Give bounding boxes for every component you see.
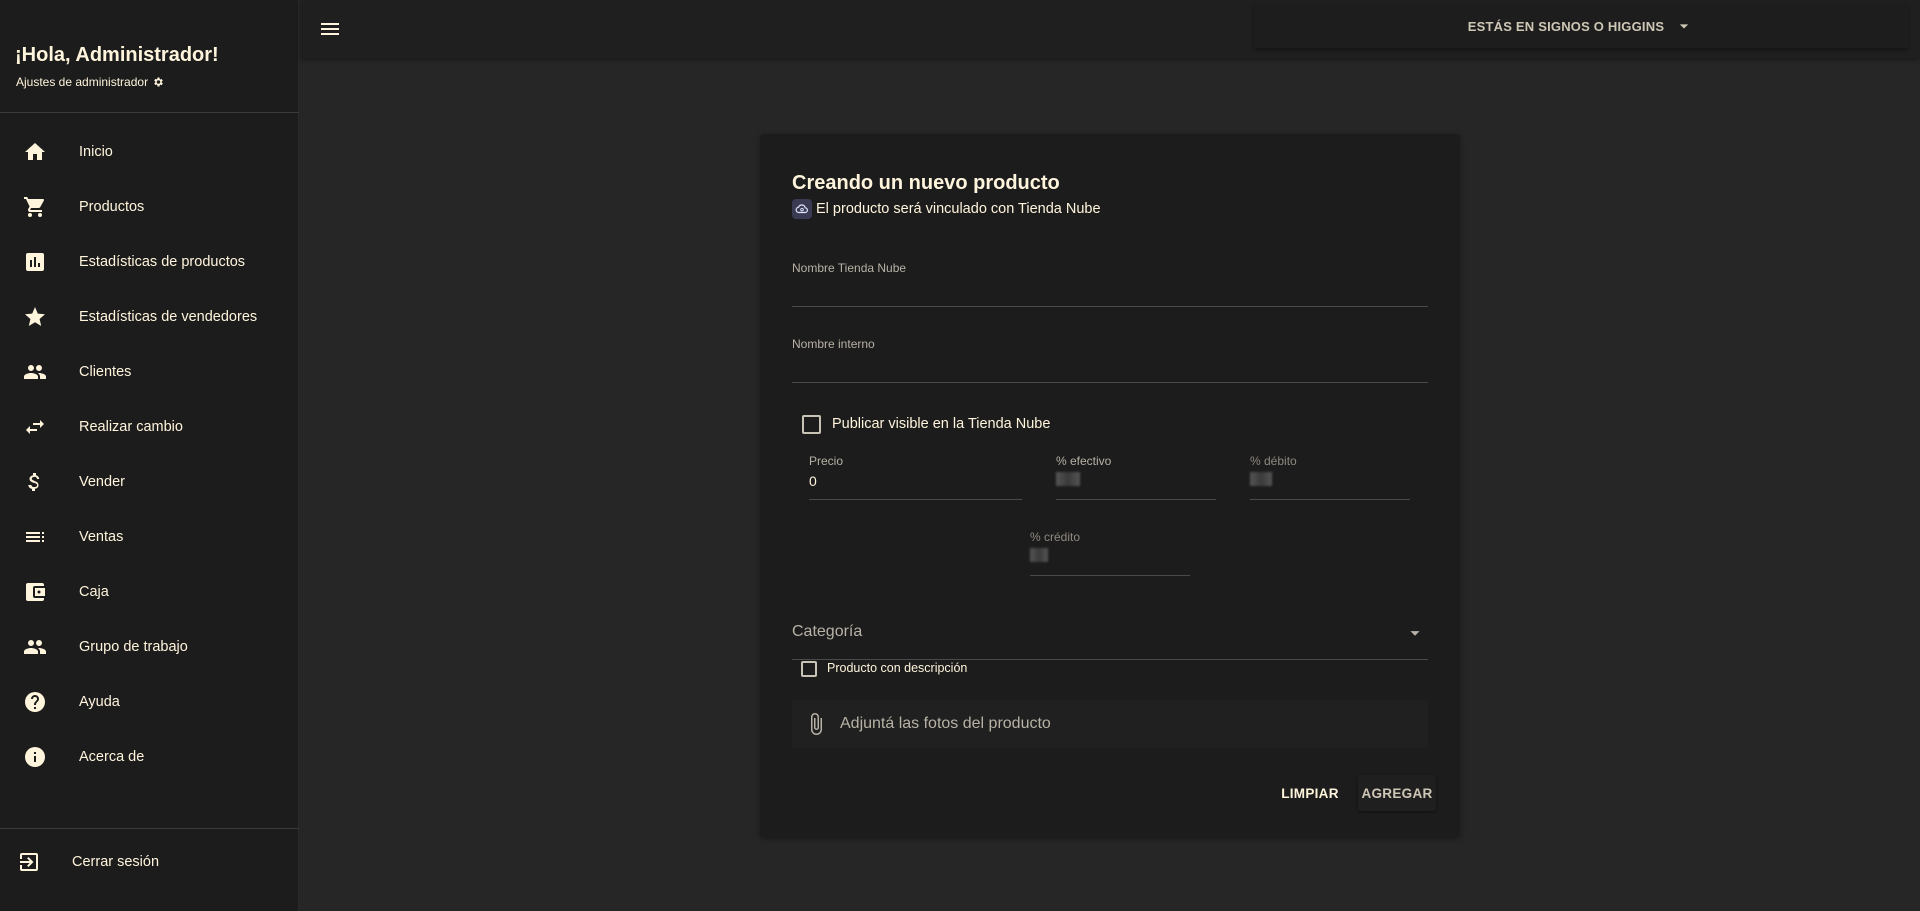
attach-label: Adjuntá las fotos del producto [840, 715, 1051, 732]
sidebar: ¡Hola, Administrador! Ajustes de adminis… [0, 0, 299, 911]
efectivo-underline [1056, 499, 1216, 500]
precio-underline [809, 499, 1022, 500]
menu-icon[interactable] [318, 17, 342, 41]
precio-label: Precio [809, 454, 844, 468]
sidebar-item-inicio[interactable]: Inicio [0, 124, 299, 179]
sidebar-item-label: Realizar cambio [79, 418, 183, 435]
sidebar-item-estadisticas-vendedores[interactable]: Estadísticas de vendedores [0, 289, 299, 344]
list-icon [26, 531, 44, 542]
logout-icon [20, 852, 38, 871]
descripcion-label: Producto con descripción [827, 661, 968, 675]
attach-photos-button[interactable]: Adjuntá las fotos del producto [792, 700, 1428, 748]
nombre-tienda-label: Nombre Tienda Nube [792, 261, 907, 275]
credito-underline [1030, 575, 1190, 576]
sidebar-item-clientes[interactable]: Clientes [0, 344, 299, 399]
nombre-interno-underline [792, 382, 1428, 383]
sidebar-item-caja[interactable]: Caja [0, 564, 299, 619]
paperclip-icon [811, 713, 822, 735]
sidebar-item-label: Estadísticas de vendedores [79, 308, 258, 325]
group-icon [24, 639, 46, 654]
cart-icon [24, 196, 45, 217]
publicar-label: Publicar visible en la Tienda Nube [832, 416, 1051, 432]
linked-text: El producto será vinculado con Tienda Nu… [816, 201, 1101, 217]
categoria-select[interactable]: Categoría [792, 614, 1428, 666]
sidebar-item-label: Acerca de [79, 748, 145, 765]
sidebar-item-label: Grupo de trabajo [79, 638, 188, 655]
logout-button[interactable]: Cerrar sesión [0, 834, 299, 889]
people-icon [24, 364, 46, 379]
cloud-link-icon [792, 199, 812, 219]
branch-label: ESTÁS EN SIGNOS O HIGGINS [1467, 18, 1665, 34]
precio-input[interactable] [809, 470, 1022, 492]
nombre-tienda-underline [792, 306, 1428, 307]
publicar-checkbox[interactable] [802, 415, 821, 434]
agregar-button[interactable]: AGREGAR [1358, 775, 1436, 811]
sidebar-item-realizar-cambio[interactable]: Realizar cambio [0, 399, 299, 454]
categoria-label: Categoría [792, 623, 863, 640]
sidebar-item-label: Inicio [79, 143, 113, 160]
efectivo-redacted-value[interactable] [1056, 472, 1080, 486]
categoria-underline [792, 659, 1428, 660]
sidebar-item-label: Productos [79, 198, 145, 215]
admin-settings-label: Ajustes de administrador [16, 75, 149, 89]
home-icon [25, 142, 45, 160]
credito-redacted-value[interactable] [1030, 548, 1048, 562]
wallet-icon [26, 582, 45, 601]
sidebar-item-productos[interactable]: Productos [0, 179, 299, 234]
sidebar-item-label: Estadísticas de productos [79, 253, 246, 270]
efectivo-label: % efectivo [1056, 454, 1112, 468]
credito-label: % crédito [1030, 530, 1081, 544]
debito-underline [1250, 499, 1410, 500]
sidebar-item-grupo-trabajo[interactable]: Grupo de trabajo [0, 619, 299, 674]
descripcion-checkbox[interactable] [801, 661, 817, 677]
sidebar-item-label: Clientes [79, 363, 132, 380]
new-product-card: Creando un nuevo producto El producto se… [760, 134, 1460, 837]
nombre-tienda-input[interactable] [792, 279, 1428, 301]
tienda-nube-link-notice: El producto será vinculado con Tienda Nu… [792, 199, 1101, 219]
star-icon [25, 306, 45, 326]
info-icon [25, 746, 45, 767]
sidebar-item-label: Caja [79, 583, 109, 600]
debito-redacted-value[interactable] [1250, 472, 1272, 486]
dollar-icon [28, 472, 40, 491]
sidebar-divider [0, 828, 299, 829]
limpiar-button[interactable]: LIMPIAR [1277, 775, 1343, 811]
nombre-interno-input[interactable] [792, 355, 1428, 377]
sidebar-item-label: Vender [79, 473, 125, 490]
sidebar-item-label: Ventas [79, 528, 124, 545]
swap-icon [26, 419, 44, 434]
sidebar-item-label: Ayuda [79, 693, 120, 710]
sidebar-item-vender[interactable]: Vender [0, 454, 299, 509]
sidebar-item-estadisticas-productos[interactable]: Estadísticas de productos [0, 234, 299, 289]
greeting: ¡Hola, Administrador! [15, 44, 219, 66]
admin-settings-link[interactable]: Ajustes de administrador [16, 75, 164, 89]
logout-label: Cerrar sesión [72, 853, 160, 870]
sidebar-item-acerca-de[interactable]: Acerca de [0, 729, 299, 784]
sidebar-divider [0, 112, 299, 113]
sidebar-item-ventas[interactable]: Ventas [0, 509, 299, 564]
gear-icon [154, 77, 163, 87]
debito-label: % débito [1250, 454, 1297, 468]
page-title: Creando un nuevo producto [792, 172, 1060, 194]
help-icon [25, 691, 45, 712]
bar-chart-icon [26, 252, 44, 271]
nombre-interno-label: Nombre interno [792, 337, 875, 351]
top-app-bar: ESTÁS EN SIGNOS O HIGGINS [300, 0, 1920, 58]
chevron-down-icon [1680, 24, 1689, 29]
branch-selector[interactable]: ESTÁS EN SIGNOS O HIGGINS [1254, 4, 1908, 48]
sidebar-item-ayuda[interactable]: Ayuda [0, 674, 299, 729]
chevron-down-icon [1410, 631, 1420, 636]
